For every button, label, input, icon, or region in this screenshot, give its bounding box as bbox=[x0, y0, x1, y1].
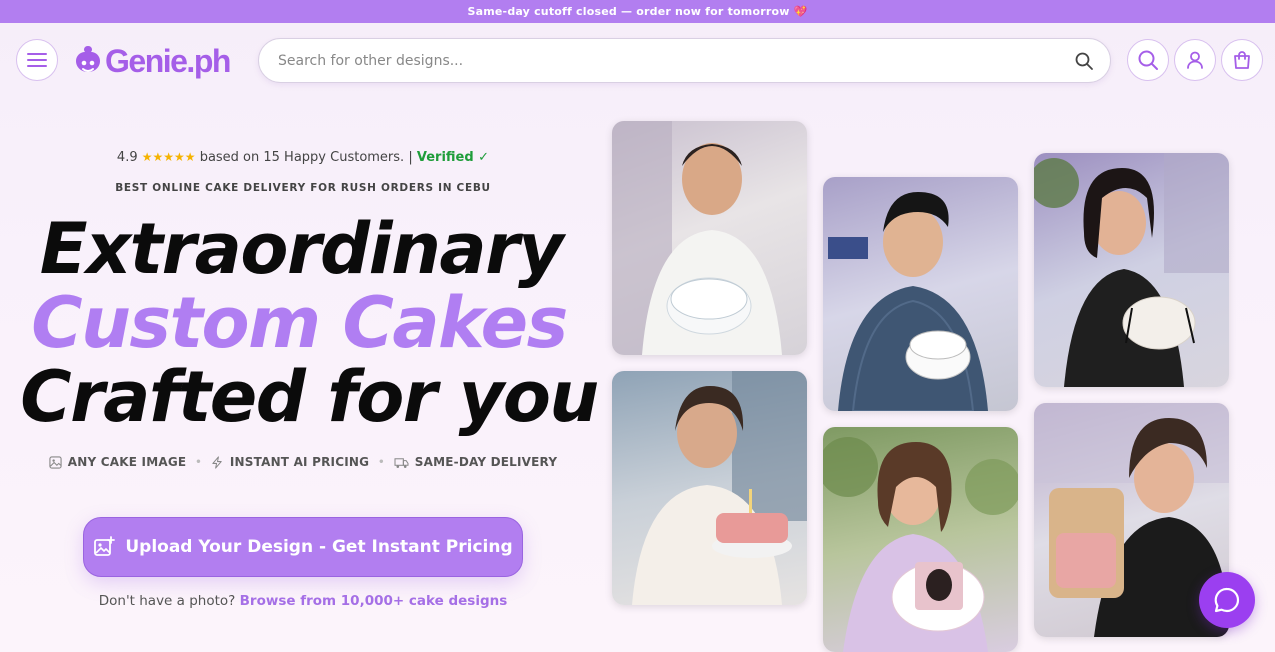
rating-separator: | bbox=[408, 150, 413, 165]
menu-button[interactable] bbox=[16, 39, 58, 81]
gallery-photo[interactable] bbox=[823, 177, 1018, 411]
feature-item: SAME-DAY DELIVERY bbox=[394, 455, 557, 469]
genie-logo-icon bbox=[76, 46, 100, 72]
feature-separator: • bbox=[378, 456, 385, 468]
rating-text: based on 15 Happy Customers. bbox=[199, 150, 405, 165]
browse-line: Don't have a photo? Browse from 10,000+ … bbox=[0, 593, 606, 609]
search-icon bbox=[1138, 50, 1158, 70]
gallery-photo[interactable] bbox=[612, 371, 807, 605]
rating-line: 4.9 ★★★★★ based on 15 Happy Customers. |… bbox=[0, 150, 606, 165]
customer-photo bbox=[612, 121, 782, 355]
chat-bubble-icon bbox=[1214, 587, 1240, 613]
user-icon bbox=[1187, 51, 1203, 69]
announcement-text: Same-day cutoff closed — order now for t… bbox=[467, 5, 808, 18]
customer-photo bbox=[828, 192, 988, 411]
gallery-photo[interactable] bbox=[1034, 153, 1229, 387]
search-input[interactable] bbox=[278, 50, 1058, 72]
search-button[interactable] bbox=[1127, 39, 1169, 81]
site-header: Genie.ph bbox=[0, 23, 1275, 98]
feature-label: INSTANT AI PRICING bbox=[229, 455, 370, 469]
menu-icon bbox=[27, 53, 47, 67]
image-upload-icon bbox=[94, 536, 116, 556]
browse-designs-link[interactable]: Browse from 10,000+ cake designs bbox=[240, 593, 508, 609]
upload-design-button[interactable]: Upload Your Design - Get Instant Pricing bbox=[83, 517, 523, 577]
truck-icon bbox=[394, 457, 409, 468]
logo-text: Genie.ph bbox=[105, 42, 231, 79]
verified-badge: Verified ✓ bbox=[416, 150, 490, 165]
headline-line-1: Extraordinary bbox=[39, 208, 564, 290]
feature-list: ANY CAKE IMAGE • INSTANT AI PRICING • SA… bbox=[0, 455, 606, 469]
search-bar[interactable] bbox=[258, 38, 1111, 83]
logo[interactable]: Genie.ph bbox=[73, 40, 231, 82]
hero-section: 4.9 ★★★★★ based on 15 Happy Customers. |… bbox=[0, 98, 612, 652]
feature-item: ANY CAKE IMAGE bbox=[49, 455, 187, 469]
headline-line-2: Custom Cakes bbox=[31, 282, 568, 364]
headline-line-3: Crafted for you bbox=[20, 356, 599, 438]
feature-label: SAME-DAY DELIVERY bbox=[414, 455, 558, 469]
bolt-icon bbox=[212, 455, 222, 469]
cart-icon bbox=[1234, 51, 1250, 69]
feature-item: INSTANT AI PRICING bbox=[211, 455, 369, 469]
gallery-photo[interactable] bbox=[612, 121, 807, 355]
gallery-photo[interactable] bbox=[823, 427, 1018, 652]
customer-photo bbox=[1034, 153, 1229, 387]
rating-value: 4.9 bbox=[116, 150, 138, 165]
account-button[interactable] bbox=[1174, 39, 1216, 81]
upload-design-label: Upload Your Design - Get Instant Pricing bbox=[125, 537, 513, 557]
image-icon bbox=[49, 455, 62, 469]
feature-label: ANY CAKE IMAGE bbox=[67, 455, 187, 469]
feature-separator: • bbox=[195, 456, 202, 468]
tagline: BEST ONLINE CAKE DELIVERY FOR RUSH ORDER… bbox=[115, 182, 491, 194]
customer-photo bbox=[823, 437, 1018, 652]
search-icon[interactable] bbox=[1074, 51, 1094, 71]
rating-stars: ★★★★★ bbox=[141, 150, 196, 164]
chat-button[interactable] bbox=[1199, 572, 1255, 628]
customer-photo bbox=[632, 371, 807, 605]
announcement-bar: Same-day cutoff closed — order now for t… bbox=[0, 0, 1275, 23]
cart-button[interactable] bbox=[1221, 39, 1263, 81]
browse-prefix: Don't have a photo? bbox=[98, 593, 236, 609]
